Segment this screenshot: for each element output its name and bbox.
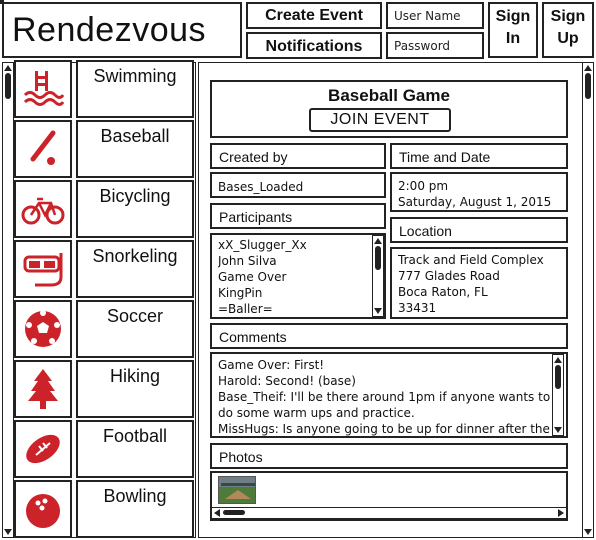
scroll-thumb[interactable] [555,365,561,389]
sidebar-item-label[interactable]: Football [76,420,194,478]
creator-username[interactable]: Bases_Loaded [218,179,378,195]
password-field[interactable] [386,32,484,59]
main-scrollbar[interactable] [582,62,594,538]
scroll-down-arrow-icon[interactable] [554,427,562,433]
participants-scrollbar[interactable] [372,235,384,317]
sidebar-item-soccer[interactable]: Soccer [14,300,194,358]
scroll-thumb[interactable] [223,510,245,515]
sidebar-item-hiking[interactable]: Hiking [14,360,194,418]
created-by-value[interactable]: Bases_Loaded [210,172,386,198]
scroll-thumb[interactable] [5,73,11,99]
create-event-button[interactable]: Create Event [246,2,382,29]
scroll-down-arrow-icon[interactable] [4,529,12,535]
comments-list: Game Over: First! Harold: Second! (base)… [210,352,568,438]
bowling-ball-icon[interactable] [14,480,72,538]
event-date: Saturday, August 1, 2015 [398,195,552,209]
sidebar-scrollbar[interactable] [2,62,14,538]
baseball-field-photo[interactable] [218,476,256,504]
sign-up-button[interactable]: Sign Up [542,2,594,58]
join-event-button[interactable]: JOIN EVENT [309,108,451,132]
sidebar-item-label[interactable]: Bicycling [76,180,194,238]
location-venue: Track and Field Complex [398,253,544,267]
created-by-label: Created by [210,143,386,169]
comments-scrollbar[interactable] [552,354,564,436]
sign-in-button[interactable]: Sign In [488,2,538,58]
scroll-up-arrow-icon[interactable] [4,65,12,71]
comment-item: Game Over: First! [218,358,325,372]
sidebar-item-label[interactable]: Snorkeling [76,240,194,298]
sidebar-item-bicycling[interactable]: Bicycling [14,180,194,238]
time-date-label: Time and Date [390,143,568,169]
participant-item[interactable]: KingPin [218,285,378,301]
scroll-left-arrow-icon[interactable] [214,509,220,517]
comment-item: Base_Theif: I'll be there around 1pm if … [218,390,551,404]
scroll-up-arrow-icon[interactable] [584,65,592,71]
participant-item[interactable]: John Silva [218,253,378,269]
participants-list: xX_Slugger_Xx John Silva Game Over KingP… [210,233,386,319]
bicycle-icon[interactable] [14,180,72,238]
location-value: Track and Field Complex 777 Glades Road … [390,247,568,319]
sidebar-item-swimming[interactable]: Swimming [14,60,194,118]
football-icon[interactable] [14,420,72,478]
photos-hscrollbar[interactable] [211,507,567,519]
event-time: 2:00 pm [398,179,449,193]
tree-icon[interactable] [14,360,72,418]
participants-label: Participants [210,203,386,229]
sidebar-item-label[interactable]: Swimming [76,60,194,118]
sidebar-item-label[interactable]: Soccer [76,300,194,358]
sidebar-item-label[interactable]: Baseball [76,120,194,178]
location-label: Location [390,217,568,243]
time-date-value: 2:00 pm Saturday, August 1, 2015 [390,172,568,212]
participant-item[interactable]: xX_Slugger_Xx [218,237,378,253]
scroll-up-arrow-icon[interactable] [374,238,382,244]
sidebar-item-label[interactable]: Bowling [76,480,194,538]
sidebar-item-football[interactable]: Football [14,420,194,478]
sidebar-item-snorkeling[interactable]: Snorkeling [14,240,194,298]
notifications-button[interactable]: Notifications [246,32,382,59]
sidebar-item-label[interactable]: Hiking [76,360,194,418]
participant-item[interactable]: Game Over [218,269,378,285]
event-title: Baseball Game [328,86,450,105]
scroll-up-arrow-icon[interactable] [554,357,562,363]
soccer-ball-icon[interactable] [14,300,72,358]
scroll-down-arrow-icon[interactable] [584,529,592,535]
location-zip: 33431 [398,301,437,315]
baseball-icon[interactable] [14,120,72,178]
app-logo-text[interactable]: Rendezvous [2,2,242,58]
comment-item: Harold: Second! (base) [218,374,356,388]
swimming-icon[interactable] [14,60,72,118]
sidebar-item-baseball[interactable]: Baseball [14,120,194,178]
comments-label: Comments [210,323,568,349]
scroll-thumb[interactable] [375,246,381,270]
location-city: Boca Raton, FL [398,285,488,299]
scroll-down-arrow-icon[interactable] [374,308,382,314]
username-field[interactable] [386,2,484,29]
location-street: 777 Glades Road [398,269,500,283]
snorkel-icon[interactable] [14,240,72,298]
event-title-card: Baseball Game JOIN EVENT [210,80,568,138]
participant-item[interactable]: =Baller= [218,301,378,317]
comment-item: do some warm ups and practice. [218,406,415,420]
sidebar-item-bowling[interactable]: Bowling [14,480,194,538]
comment-item: MissHugs: Is anyone going to be up for d… [218,422,550,436]
photos-label: Photos [210,443,568,469]
scroll-right-arrow-icon[interactable] [558,509,564,517]
scroll-thumb[interactable] [585,73,591,99]
